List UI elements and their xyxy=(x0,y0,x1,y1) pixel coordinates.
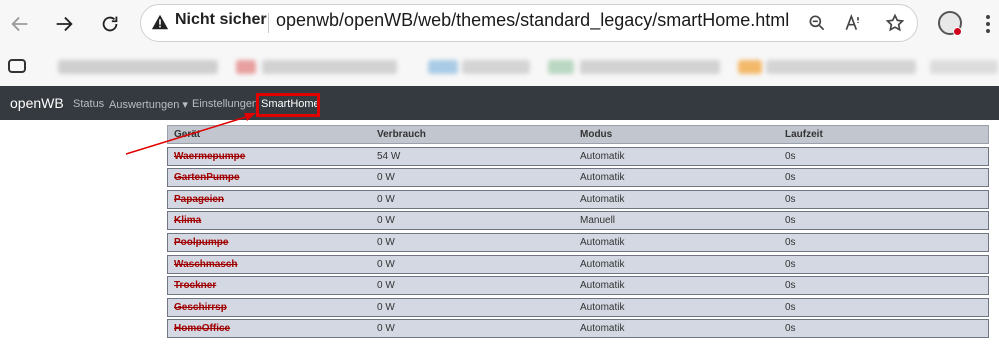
table-row[interactable]: GartenPumpe 0 W Automatik 0s xyxy=(167,168,989,188)
url-text[interactable]: openwb/openWB/web/themes/standard_legacy… xyxy=(276,10,789,31)
menu-icon[interactable] xyxy=(978,12,998,36)
table-row[interactable]: HomeOffice 0 W Automatik 0s xyxy=(167,319,989,339)
device-usage: 0 W xyxy=(377,172,395,184)
device-usage: 0 W xyxy=(377,280,395,292)
device-usage: 0 W xyxy=(377,193,395,205)
device-usage: 0 W xyxy=(377,258,395,270)
annotation-highlight-box xyxy=(256,93,320,117)
device-mode: Automatik xyxy=(580,301,625,313)
security-status[interactable]: Nicht sicher xyxy=(175,11,267,29)
favorite-item[interactable] xyxy=(580,60,720,74)
favorite-item[interactable] xyxy=(262,60,397,74)
favorite-item-icon xyxy=(548,60,574,74)
reload-icon[interactable] xyxy=(94,8,126,40)
zoom-icon[interactable] xyxy=(804,10,830,36)
warning-icon[interactable] xyxy=(151,13,169,31)
device-runtime: 0s xyxy=(785,236,796,248)
forward-icon[interactable] xyxy=(48,8,80,40)
device-usage: 54 W xyxy=(377,150,401,162)
column-header-runtime: Laufzeit xyxy=(785,129,823,140)
smarthome-table: Gerät Verbrauch Modus Laufzeit Waermepum… xyxy=(167,125,989,339)
device-name[interactable]: Geschirrsp xyxy=(174,302,227,313)
column-header-device: Gerät xyxy=(174,129,201,140)
device-runtime: 0s xyxy=(785,193,796,205)
brand-logo[interactable]: openWB xyxy=(10,95,64,111)
device-mode: Automatik xyxy=(580,280,625,292)
device-name[interactable]: Trockner xyxy=(174,280,216,291)
favorite-item-icon xyxy=(236,60,256,74)
device-runtime: 0s xyxy=(785,150,796,162)
favorite-item-icon xyxy=(428,60,458,74)
column-header-mode: Modus xyxy=(580,129,613,140)
device-name[interactable]: Poolpumpe xyxy=(174,237,228,248)
favorite-star-icon[interactable] xyxy=(882,10,908,36)
device-runtime: 0s xyxy=(785,215,796,227)
device-runtime: 0s xyxy=(785,301,796,313)
device-mode: Automatik xyxy=(580,258,625,270)
device-name[interactable]: Papageien xyxy=(174,194,224,205)
device-usage: 0 W xyxy=(377,301,395,313)
favorite-item[interactable] xyxy=(58,60,218,74)
device-name[interactable]: HomeOffice xyxy=(174,323,230,334)
device-name[interactable]: GartenPumpe xyxy=(174,172,240,183)
table-row[interactable]: Geschirrsp 0 W Automatik 0s xyxy=(167,297,989,317)
device-name[interactable]: Waschmasch xyxy=(174,259,238,270)
nav-einstellungen[interactable]: Einstellungen xyxy=(192,98,258,110)
device-mode: Automatik xyxy=(580,150,625,162)
address-divider xyxy=(268,13,269,33)
device-mode: Manuell xyxy=(580,215,616,227)
device-mode: Automatik xyxy=(580,236,625,248)
device-mode: Automatik xyxy=(580,323,625,335)
device-mode: Automatik xyxy=(580,193,625,205)
device-name[interactable]: Klima xyxy=(174,215,201,226)
column-header-usage: Verbrauch xyxy=(377,129,426,140)
table-row[interactable]: Klima 0 W Manuell 0s xyxy=(167,211,989,231)
favorite-item[interactable] xyxy=(766,60,916,74)
favorite-item[interactable] xyxy=(462,60,530,74)
table-row[interactable]: Poolpumpe 0 W Automatik 0s xyxy=(167,232,989,252)
table-row[interactable]: Waermepumpe 54 W Automatik 0s xyxy=(167,146,989,166)
tab-actions-icon[interactable] xyxy=(8,59,26,73)
device-usage: 0 W xyxy=(377,323,395,335)
table-row[interactable]: Waschmasch 0 W Automatik 0s xyxy=(167,254,989,274)
device-runtime: 0s xyxy=(785,323,796,335)
favorite-item-icon xyxy=(738,60,762,74)
device-mode: Automatik xyxy=(580,172,625,184)
nav-status[interactable]: Status xyxy=(73,98,104,110)
table-row[interactable]: Papageien 0 W Automatik 0s xyxy=(167,189,989,209)
device-runtime: 0s xyxy=(785,258,796,270)
back-icon[interactable] xyxy=(4,8,36,40)
device-runtime: 0s xyxy=(785,280,796,292)
table-row[interactable]: Trockner 0 W Automatik 0s xyxy=(167,276,989,296)
device-usage: 0 W xyxy=(377,215,395,227)
nav-auswertungen[interactable]: Auswertungen ▾ xyxy=(109,98,188,111)
table-header: Gerät Verbrauch Modus Laufzeit xyxy=(167,125,989,144)
device-name[interactable]: Waermepumpe xyxy=(174,151,245,162)
profile-status-badge xyxy=(953,27,962,36)
favorite-item[interactable] xyxy=(930,60,998,74)
read-aloud-icon[interactable] xyxy=(840,10,866,36)
device-usage: 0 W xyxy=(377,236,395,248)
device-runtime: 0s xyxy=(785,172,796,184)
